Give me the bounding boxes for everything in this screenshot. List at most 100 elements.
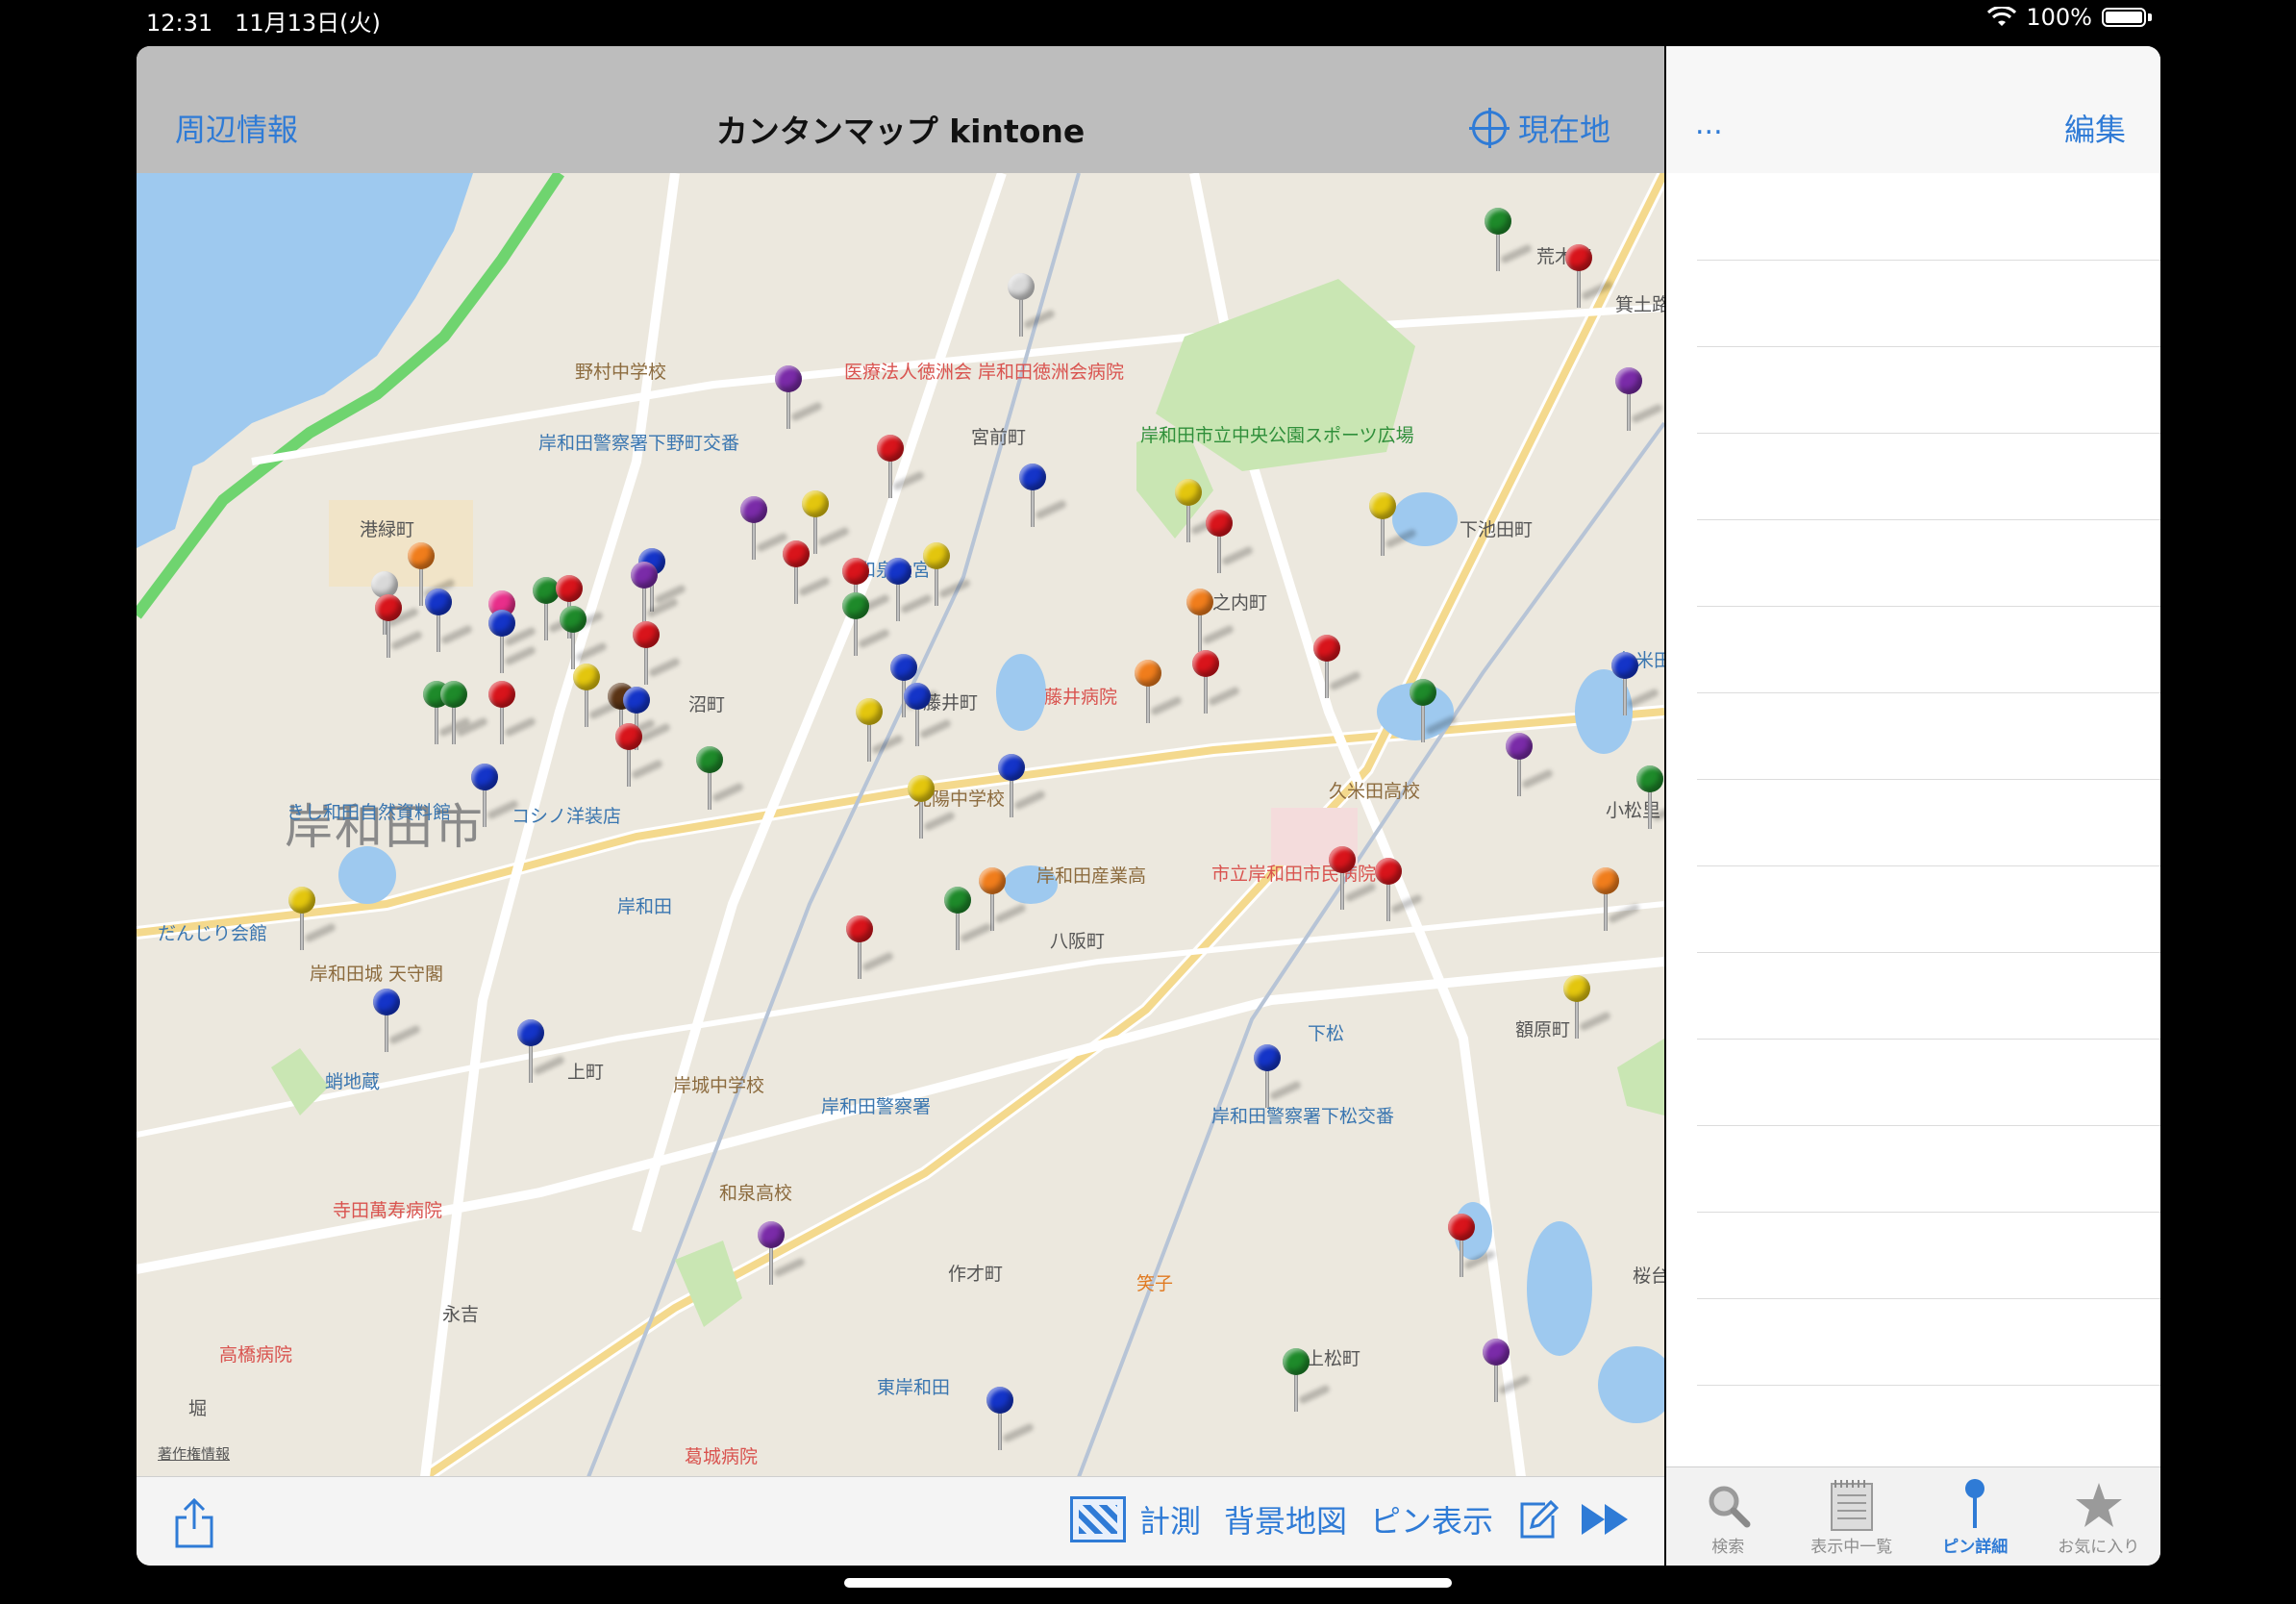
map-pin[interactable]: [1283, 1348, 1332, 1416]
pin-head: [1483, 1339, 1510, 1366]
list-separator: [1697, 519, 2160, 520]
pin-needle: [500, 635, 504, 673]
pin-needle: [708, 771, 711, 810]
map-pin[interactable]: [944, 887, 993, 954]
pin-needle: [300, 912, 304, 950]
map-pin[interactable]: [425, 589, 474, 656]
map-pin[interactable]: [740, 496, 789, 564]
detail-list[interactable]: [1666, 173, 2160, 1472]
map-pin[interactable]: [1135, 660, 1184, 727]
map-pin[interactable]: [488, 610, 537, 677]
map-pin[interactable]: [1592, 867, 1641, 935]
copyright-link[interactable]: 著作権情報: [158, 1443, 230, 1464]
map-pin[interactable]: [1448, 1214, 1497, 1281]
map-pin[interactable]: [842, 592, 891, 660]
pin-needle: [1186, 504, 1190, 542]
map-place-label: 永吉: [442, 1304, 480, 1325]
map-pin[interactable]: [1563, 975, 1612, 1042]
map-pin[interactable]: [631, 562, 680, 629]
map-pin[interactable]: [573, 664, 622, 731]
tab-search[interactable]: 検索: [1666, 1467, 1790, 1566]
map-pin[interactable]: [998, 754, 1047, 821]
map-pin[interactable]: [856, 698, 905, 765]
share-icon[interactable]: [173, 1498, 215, 1548]
map-pin[interactable]: [1206, 510, 1255, 577]
map-pin[interactable]: [1186, 589, 1235, 656]
edit-button[interactable]: 編集: [2064, 106, 2126, 150]
map-pin[interactable]: [1329, 846, 1378, 914]
map-pin[interactable]: [1313, 635, 1362, 702]
pin-head: [1192, 650, 1219, 677]
map-place-label: 上松町: [1306, 1348, 1361, 1369]
map-pin[interactable]: [373, 989, 422, 1056]
fast-forward-icon[interactable]: [1582, 1504, 1628, 1535]
map-pin[interactable]: [1175, 479, 1224, 546]
map-pin[interactable]: [986, 1387, 1036, 1454]
map-pin[interactable]: [1506, 733, 1555, 800]
pin-needle: [990, 892, 994, 931]
map-pin[interactable]: [1375, 858, 1424, 925]
pin-needle: [385, 1014, 388, 1052]
pin-display-button[interactable]: ピン表示: [1370, 1497, 1493, 1541]
list-separator: [1697, 865, 2160, 866]
pin-needle: [888, 460, 892, 498]
map-pin[interactable]: [923, 542, 972, 610]
pin-needle: [1265, 1069, 1269, 1108]
tab-favorites[interactable]: お気に入り: [2037, 1467, 2161, 1566]
map-pin[interactable]: [1019, 464, 1068, 531]
measure-label: 計測: [1138, 1503, 1201, 1540]
pin-head: [877, 435, 904, 462]
map-pin[interactable]: [488, 681, 537, 748]
map-pin[interactable]: [775, 365, 824, 433]
map-pin[interactable]: [440, 681, 489, 748]
star-icon: [2074, 1477, 2124, 1533]
map-pin[interactable]: [758, 1221, 807, 1289]
pin-head: [904, 683, 931, 710]
map-pin[interactable]: [1611, 652, 1660, 719]
pin-needle: [919, 800, 923, 839]
map-pin[interactable]: [517, 1019, 566, 1087]
map-pin[interactable]: [1254, 1044, 1303, 1112]
map-pin[interactable]: [1483, 1339, 1532, 1406]
tab-visible-list[interactable]: 表示中一覧: [1790, 1467, 1914, 1566]
pin-head: [923, 542, 950, 569]
map-pin[interactable]: [885, 558, 934, 625]
map-pin[interactable]: [877, 435, 926, 502]
map-pin[interactable]: [633, 621, 682, 689]
map-pin[interactable]: [783, 540, 832, 608]
pin-head: [802, 490, 829, 517]
map-pin[interactable]: [1410, 679, 1459, 746]
background-map-button[interactable]: 背景地図: [1224, 1497, 1347, 1541]
measure-button[interactable]: 計測: [1069, 1496, 1201, 1542]
map-pin[interactable]: [846, 915, 895, 983]
map-pin[interactable]: [1192, 650, 1241, 717]
status-indicators: 100%: [1987, 4, 2152, 31]
list-separator: [1697, 779, 2160, 780]
map-pin[interactable]: [1485, 208, 1534, 275]
pin-head: [979, 867, 1006, 894]
pin-needle: [500, 706, 504, 744]
list-separator: [1697, 346, 2160, 347]
map-pin[interactable]: [904, 683, 953, 750]
map-pin[interactable]: [1565, 244, 1614, 312]
map-view[interactable]: 岸和田市 荒木町 箕土路 野村中学校 医療法人徳洲会 岸和田徳洲会病院 岸和田警察署下野…: [137, 173, 1664, 1477]
map-place-label: 下池田町: [1460, 519, 1534, 540]
map-pin[interactable]: [1008, 273, 1057, 340]
map-pin[interactable]: [908, 775, 957, 842]
map-pin[interactable]: [375, 594, 424, 662]
map-pin[interactable]: [1636, 765, 1664, 833]
tab-pin-detail[interactable]: ピン詳細: [1913, 1467, 2037, 1566]
pin-head: [1485, 208, 1511, 235]
map-pin[interactable]: [1369, 492, 1418, 560]
map-pin[interactable]: [471, 764, 520, 831]
map-pin[interactable]: [615, 723, 664, 790]
map-pin[interactable]: [288, 887, 337, 954]
map-pin[interactable]: [1615, 367, 1664, 435]
edit-icon[interactable]: [1516, 1498, 1559, 1541]
list-icon: [1830, 1477, 1874, 1533]
current-location-button[interactable]: 現在地: [1468, 106, 1610, 150]
detail-pane: ... 編集 検索 表示中一覧 ピン詳細 お気に入り: [1666, 46, 2160, 1566]
map-pin[interactable]: [696, 746, 745, 814]
more-button[interactable]: ...: [1695, 108, 1723, 141]
pin-icon: [1963, 1477, 1986, 1533]
